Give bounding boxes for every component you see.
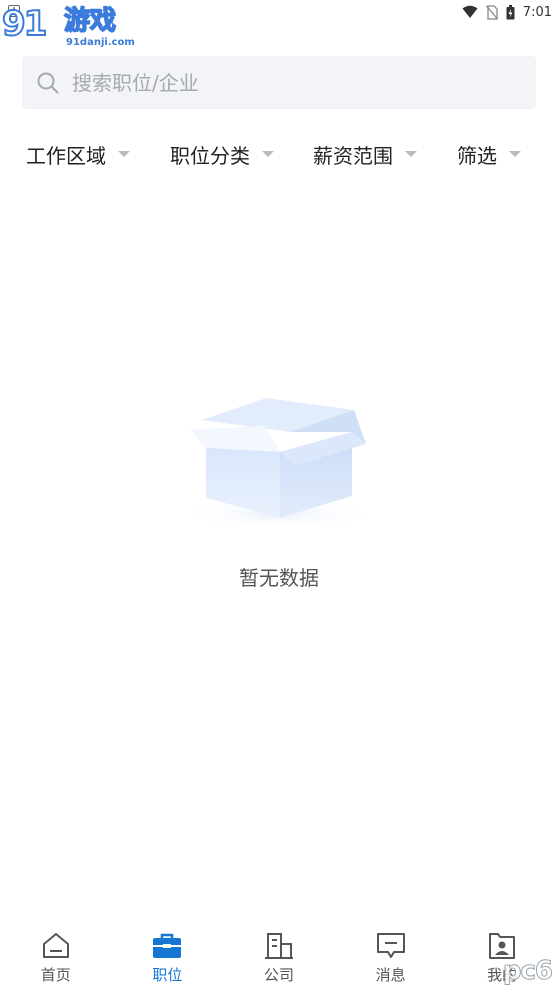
filter-work-area[interactable]: 工作区域 xyxy=(26,132,130,176)
home-icon xyxy=(42,933,69,958)
nav-item-jobs[interactable]: 职位 xyxy=(112,922,224,992)
caret-down-icon xyxy=(118,151,130,157)
wifi-icon xyxy=(462,5,478,18)
search-bar[interactable] xyxy=(22,56,536,109)
empty-state-text: 暂无数据 xyxy=(239,566,319,590)
watermark-number: 91 xyxy=(1,3,48,45)
nav-label-company: 公司 xyxy=(263,966,294,984)
caret-down-icon xyxy=(405,151,417,157)
bottom-nav: 首页 职位 公司 消息 我的 xyxy=(0,922,558,992)
nav-label-jobs: 职位 xyxy=(152,966,183,984)
filter-bar: 工作区域 职位分类 薪资范围 筛选 xyxy=(0,132,558,176)
nav-item-messages[interactable]: 消息 xyxy=(335,922,447,992)
message-icon xyxy=(376,933,405,958)
filter-salary-range[interactable]: 薪资范围 xyxy=(313,132,417,176)
no-sim-icon xyxy=(485,4,498,20)
filter-more[interactable]: 筛选 xyxy=(457,132,521,176)
filter-label: 职位分类 xyxy=(170,143,250,168)
nav-item-home[interactable]: 首页 xyxy=(0,922,112,992)
status-indicators: 7:01 xyxy=(462,3,552,21)
corner-watermark: pc6 xyxy=(502,956,553,987)
briefcase-icon xyxy=(153,933,182,958)
status-time: 7:01 xyxy=(522,4,552,20)
nav-label-home: 首页 xyxy=(40,966,71,984)
caret-down-icon xyxy=(509,151,521,157)
watermark-logo: 91 游戏 91danji.com xyxy=(1,3,137,52)
search-icon xyxy=(37,72,59,93)
filter-label: 筛选 xyxy=(457,143,497,168)
nav-label-messages: 消息 xyxy=(375,966,406,984)
watermark-url: 91danji.com xyxy=(66,37,135,48)
filter-label: 薪资范围 xyxy=(313,143,393,168)
nav-item-company[interactable]: 公司 xyxy=(223,922,335,992)
caret-down-icon xyxy=(262,151,274,157)
filter-label: 工作区域 xyxy=(26,143,106,168)
app-screen: A 7:01 91 游戏 91danji.com 搜索职位/企业 工作区域 职位… xyxy=(0,0,558,992)
battery-icon xyxy=(506,4,515,19)
empty-box-icon xyxy=(179,398,379,530)
watermark-title: 游戏 xyxy=(63,5,117,37)
building-icon xyxy=(264,933,293,959)
search-input[interactable] xyxy=(72,62,492,103)
filter-job-category[interactable]: 职位分类 xyxy=(170,132,274,176)
